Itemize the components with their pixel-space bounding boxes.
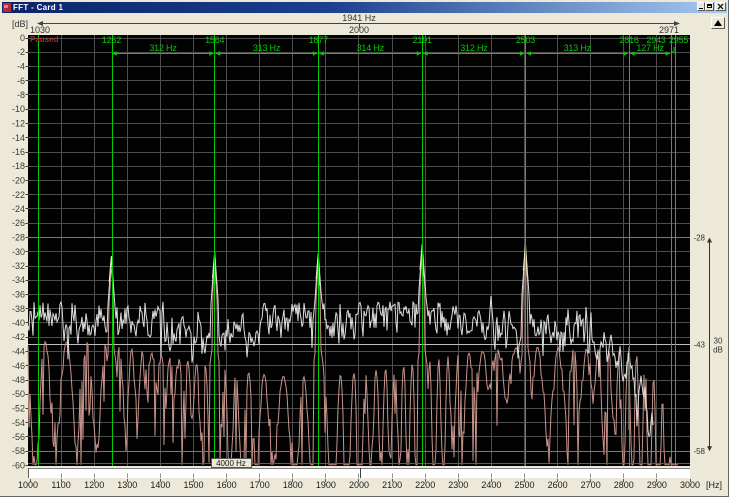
svg-text:-14: -14 xyxy=(12,133,25,143)
svg-text:1877: 1877 xyxy=(309,35,328,45)
svg-text:dB: dB xyxy=(713,345,723,354)
svg-text:-10: -10 xyxy=(12,104,25,114)
svg-text:312 Hz: 312 Hz xyxy=(149,43,177,53)
svg-text:2955: 2955 xyxy=(669,35,688,45)
svg-text:-46: -46 xyxy=(12,361,25,371)
svg-text:-44: -44 xyxy=(12,347,25,357)
svg-text:-8: -8 xyxy=(17,90,25,100)
svg-text:-16: -16 xyxy=(12,147,25,157)
svg-text:1500: 1500 xyxy=(183,480,203,490)
svg-text:-6: -6 xyxy=(17,76,25,86)
svg-text:1564: 1564 xyxy=(205,35,224,45)
svg-text:-30: -30 xyxy=(12,247,25,257)
svg-text:-28: -28 xyxy=(693,234,705,243)
svg-text:2300: 2300 xyxy=(448,480,468,490)
svg-text:-34: -34 xyxy=(12,275,25,285)
svg-text:2971: 2971 xyxy=(659,25,679,35)
svg-text:2600: 2600 xyxy=(548,480,568,490)
svg-text:1600: 1600 xyxy=(217,480,237,490)
svg-text:2000: 2000 xyxy=(349,480,369,490)
svg-text:-22: -22 xyxy=(12,190,25,200)
svg-text:313 Hz: 313 Hz xyxy=(564,43,592,53)
svg-text:3000: 3000 xyxy=(680,480,700,490)
svg-text:-48: -48 xyxy=(12,375,25,385)
svg-text:-26: -26 xyxy=(12,218,25,228)
svg-text:2800: 2800 xyxy=(614,480,634,490)
svg-text:-4: -4 xyxy=(17,62,25,72)
svg-text:-42: -42 xyxy=(12,332,25,342)
svg-text:-43: -43 xyxy=(693,340,705,349)
svg-text:-56: -56 xyxy=(12,432,25,442)
svg-text:Paused: Paused xyxy=(30,35,59,44)
svg-text:1000: 1000 xyxy=(18,480,38,490)
svg-text:312 Hz: 312 Hz xyxy=(460,43,488,53)
svg-text:[Hz]: [Hz] xyxy=(706,480,722,490)
svg-text:2200: 2200 xyxy=(415,480,435,490)
svg-text:2400: 2400 xyxy=(481,480,501,490)
svg-text:4000 Hz: 4000 Hz xyxy=(216,459,246,468)
svg-text:-2: -2 xyxy=(17,47,25,57)
svg-text:313 Hz: 313 Hz xyxy=(253,43,281,53)
svg-text:1252: 1252 xyxy=(102,35,121,45)
svg-text:-40: -40 xyxy=(12,318,25,328)
svg-text:2191: 2191 xyxy=(413,35,432,45)
svg-text:30: 30 xyxy=(714,336,723,345)
svg-text:2503: 2503 xyxy=(516,35,535,45)
svg-text:-54: -54 xyxy=(12,418,25,428)
svg-text:2100: 2100 xyxy=(382,480,402,490)
svg-text:1200: 1200 xyxy=(84,480,104,490)
svg-text:-50: -50 xyxy=(12,389,25,399)
svg-text:1030: 1030 xyxy=(30,25,50,35)
svg-text:-58: -58 xyxy=(12,446,25,456)
svg-text:314 Hz: 314 Hz xyxy=(357,43,385,53)
svg-text:1300: 1300 xyxy=(117,480,137,490)
svg-text:1100: 1100 xyxy=(51,480,70,490)
svg-text:1800: 1800 xyxy=(283,480,303,490)
svg-text:-32: -32 xyxy=(12,261,25,271)
svg-text:-12: -12 xyxy=(12,119,25,129)
svg-text:-38: -38 xyxy=(12,304,25,314)
svg-text:-24: -24 xyxy=(12,204,25,214)
svg-text:2000: 2000 xyxy=(349,25,369,35)
svg-text:1400: 1400 xyxy=(150,480,170,490)
svg-text:1941 Hz: 1941 Hz xyxy=(342,13,376,23)
svg-text:-52: -52 xyxy=(12,404,25,414)
svg-text:-20: -20 xyxy=(12,176,25,186)
svg-text:2700: 2700 xyxy=(581,480,601,490)
svg-text:2900: 2900 xyxy=(647,480,667,490)
svg-text:1900: 1900 xyxy=(316,480,336,490)
svg-text:-60: -60 xyxy=(12,461,25,471)
svg-text:127 Hz: 127 Hz xyxy=(636,43,664,53)
svg-text:[dB]: [dB] xyxy=(12,19,28,29)
svg-text:2500: 2500 xyxy=(514,480,534,490)
svg-text:1700: 1700 xyxy=(250,480,270,490)
svg-text:-28: -28 xyxy=(12,233,25,243)
svg-text:-36: -36 xyxy=(12,290,25,300)
svg-text:0: 0 xyxy=(20,33,25,43)
svg-text:-18: -18 xyxy=(12,161,25,171)
svg-text:-58: -58 xyxy=(693,447,705,456)
